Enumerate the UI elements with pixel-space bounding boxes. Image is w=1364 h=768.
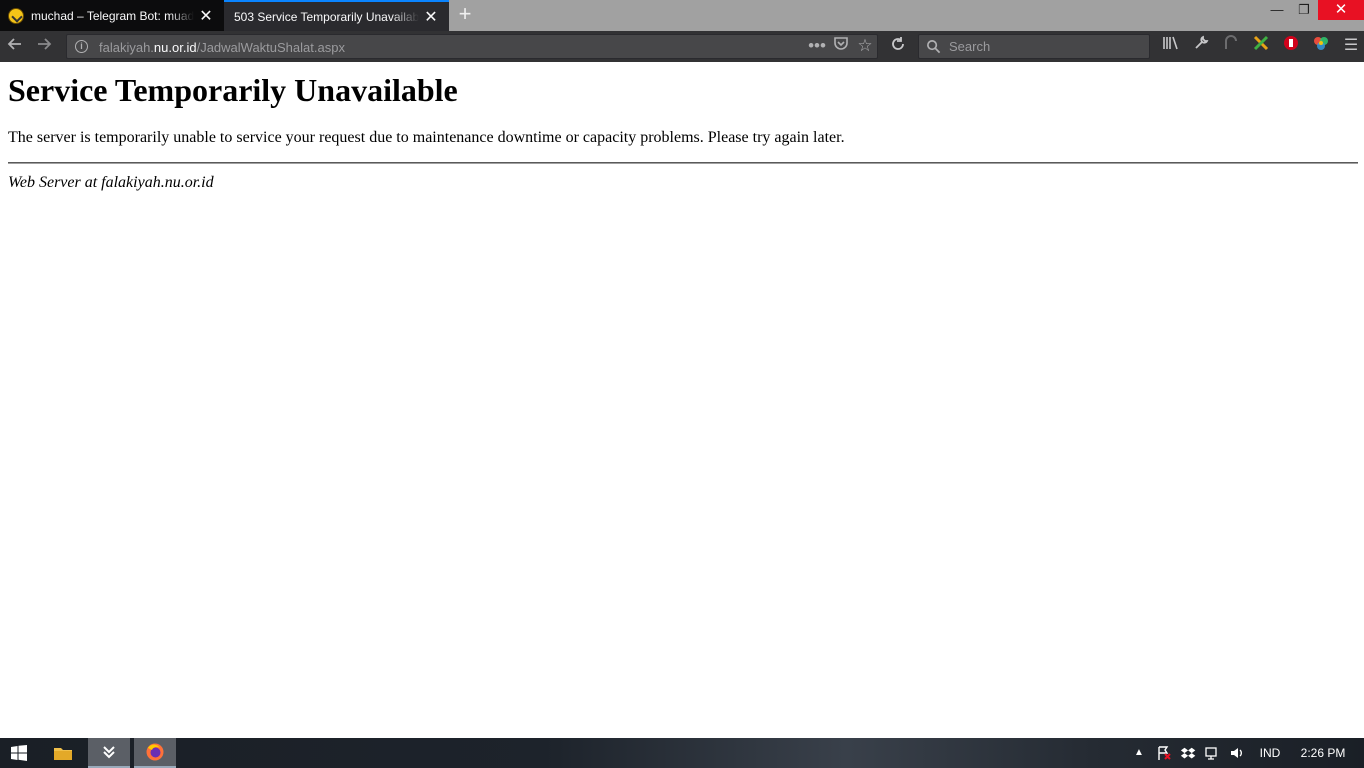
start-button[interactable] bbox=[0, 738, 38, 768]
page-actions-icon[interactable]: ••• bbox=[806, 35, 828, 57]
search-input[interactable] bbox=[949, 37, 1139, 56]
file-explorer-button[interactable] bbox=[44, 738, 82, 768]
bookmark-star-icon[interactable]: ☆ bbox=[854, 35, 876, 57]
shield-extension-icon[interactable] bbox=[1280, 35, 1302, 57]
action-center-flag-icon[interactable] bbox=[1156, 745, 1172, 761]
back-arrow-icon[interactable] bbox=[4, 35, 26, 57]
tab-telegram-bot[interactable]: muchad – Telegram Bot: muadzin ✕ bbox=[0, 0, 224, 31]
restore-button[interactable]: ❐ bbox=[1290, 0, 1318, 20]
extension-icon[interactable] bbox=[1220, 35, 1242, 57]
new-tab-button[interactable]: + bbox=[454, 3, 476, 25]
close-window-button[interactable]: ✕ bbox=[1318, 0, 1364, 20]
address-bar[interactable]: i falakiyah.nu.or.id/JadwalWaktuShalat.a… bbox=[66, 34, 878, 59]
library-icon[interactable] bbox=[1160, 35, 1182, 57]
network-icon[interactable] bbox=[1204, 745, 1220, 761]
web-page: Service Temporarily Unavailable The serv… bbox=[0, 62, 1364, 738]
url-text[interactable]: falakiyah.nu.or.id/JadwalWaktuShalat.asp… bbox=[99, 40, 345, 55]
pocket-icon[interactable] bbox=[830, 35, 852, 57]
x-extension-icon[interactable] bbox=[1250, 35, 1272, 57]
firefox-taskbar-button[interactable] bbox=[134, 738, 176, 768]
tab-title: muchad – Telegram Bot: muadzin bbox=[31, 8, 194, 23]
site-favicon-icon bbox=[8, 7, 24, 24]
color-wheel-icon[interactable] bbox=[1310, 35, 1332, 57]
info-icon[interactable]: i bbox=[75, 40, 88, 53]
forward-arrow-icon[interactable] bbox=[33, 35, 55, 57]
close-tab-icon[interactable]: ✕ bbox=[194, 6, 218, 26]
windows-logo-icon bbox=[11, 745, 27, 761]
taskbar: ▲ IND 2:26 PM bbox=[0, 738, 1364, 768]
reload-icon[interactable] bbox=[887, 35, 909, 57]
url-path: /JadwalWaktuShalat.aspx bbox=[196, 40, 345, 55]
server-signature: Web Server at falakiyah.nu.or.id bbox=[8, 174, 214, 191]
menu-icon[interactable]: ☰ bbox=[1340, 35, 1362, 57]
volume-icon[interactable] bbox=[1228, 745, 1246, 761]
tab-title: 503 Service Temporarily Unavailable bbox=[234, 9, 419, 24]
error-message: The server is temporarily unable to serv… bbox=[8, 129, 845, 146]
search-icon bbox=[927, 40, 941, 54]
wrench-icon[interactable] bbox=[1190, 35, 1212, 57]
download-app-icon bbox=[103, 746, 115, 759]
language-indicator[interactable]: IND bbox=[1256, 745, 1284, 761]
tab-bar: muchad – Telegram Bot: muadzin ✕ 503 Ser… bbox=[0, 0, 1364, 31]
search-bar[interactable] bbox=[918, 34, 1150, 59]
minimize-button[interactable]: — bbox=[1262, 0, 1292, 20]
close-tab-icon[interactable]: ✕ bbox=[419, 7, 443, 27]
tab-service-unavailable[interactable]: 503 Service Temporarily Unavailable ✕ bbox=[224, 0, 449, 31]
show-hidden-icons-icon[interactable]: ▲ bbox=[1132, 745, 1146, 761]
horizontal-rule bbox=[8, 162, 1358, 164]
folder-icon bbox=[54, 748, 72, 760]
dropbox-icon[interactable] bbox=[1180, 745, 1196, 761]
firefox-icon bbox=[146, 743, 164, 761]
url-domain: nu.or.id bbox=[153, 40, 197, 55]
page-title: Service Temporarily Unavailable bbox=[8, 72, 458, 108]
taskbar-app-button[interactable] bbox=[88, 738, 130, 768]
url-prefix: falakiyah. bbox=[99, 40, 154, 55]
clock[interactable]: 2:26 PM bbox=[1296, 745, 1350, 761]
